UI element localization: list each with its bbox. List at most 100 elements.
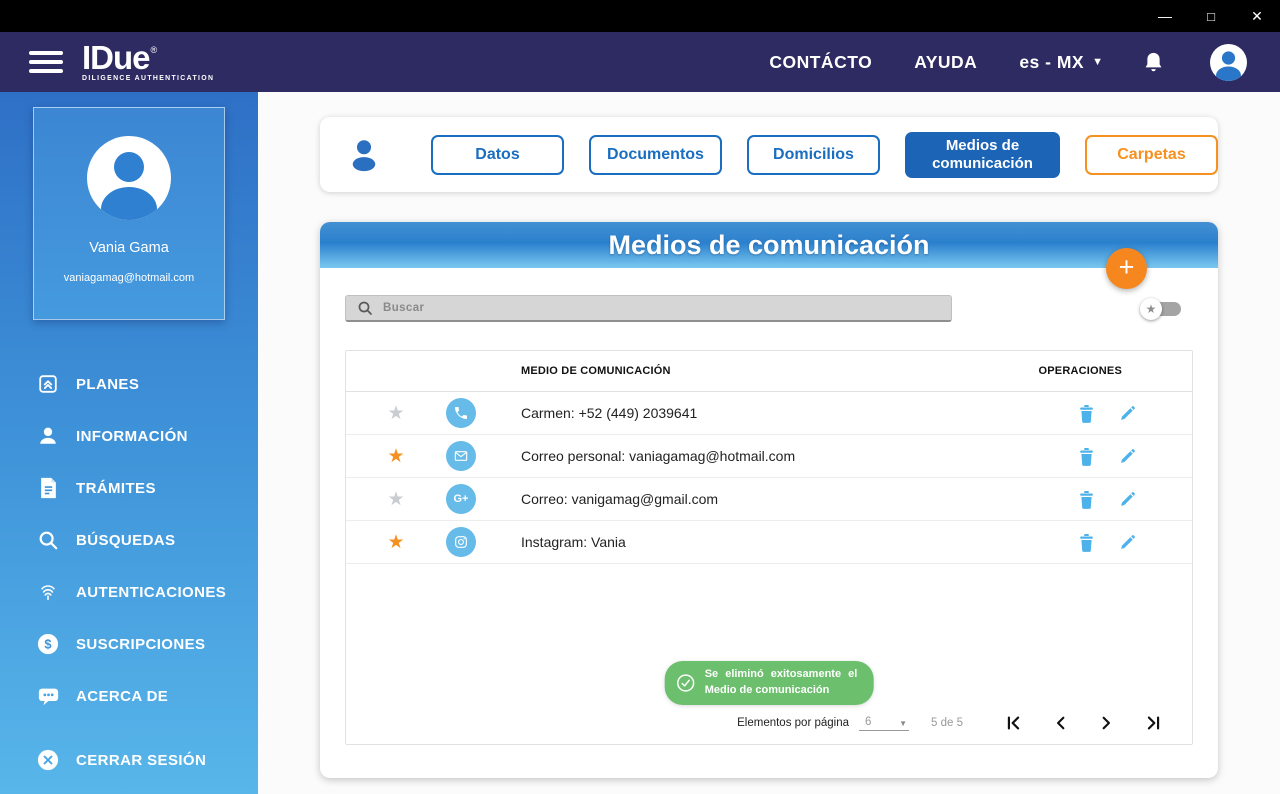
sidebar-item-tramites[interactable]: TRÁMITES <box>0 462 258 514</box>
last-page-icon[interactable] <box>1141 715 1166 731</box>
search-input[interactable] <box>383 302 903 314</box>
profile-tabs-card: Datos Documentos Domicilios Medios de co… <box>320 117 1218 192</box>
edit-button[interactable] <box>1119 405 1136 422</box>
chat-bubble-icon <box>35 685 61 707</box>
panel-header: Medios de comunicación <box>320 222 1218 268</box>
registered-mark: ® <box>150 45 158 56</box>
table-row: ★ Instagram: Vania <box>346 521 1192 564</box>
favorite-star-button[interactable]: ★ <box>346 488 446 511</box>
medio-text: Correo personal: vaniagamag@hotmail.com <box>521 448 796 464</box>
profile-avatar <box>87 136 171 220</box>
delete-button[interactable] <box>1078 490 1095 509</box>
table-row: ★ Correo personal: vaniagamag@hotmail.co… <box>346 435 1192 478</box>
pagination-nav <box>1001 715 1166 731</box>
tab-datos[interactable]: Datos <box>431 134 564 175</box>
edit-button[interactable] <box>1119 491 1136 508</box>
app-header: IDue® DILIGENCE AUTHENTICATION CONTÁCTO … <box>0 32 1280 92</box>
favorites-filter-toggle[interactable]: ★ <box>1140 297 1182 320</box>
page-size-select[interactable]: 6 ▼ <box>859 715 910 731</box>
sidebar-item-suscripciones[interactable]: $ SUSCRIPCIONES <box>0 618 258 670</box>
nav-contact-link[interactable]: CONTÁCTO <box>769 52 872 73</box>
nav-help-link[interactable]: AYUDA <box>914 52 977 73</box>
dollar-circle-icon: $ <box>35 633 61 655</box>
next-page-icon[interactable] <box>1095 715 1118 731</box>
success-toast: Se eliminó exitosamente el Medio de comu… <box>664 661 874 705</box>
tab-carpetas[interactable]: Carpetas <box>1085 134 1218 175</box>
svg-text:$: $ <box>44 637 51 652</box>
sidebar-item-label: PLANES <box>76 375 140 393</box>
tab-domicilios[interactable]: Domicilios <box>747 134 880 175</box>
edit-button[interactable] <box>1119 534 1136 551</box>
star-icon: ★ <box>387 531 405 553</box>
favorite-star-button[interactable]: ★ <box>346 445 446 468</box>
document-icon <box>35 477 61 499</box>
sidebar-item-busquedas[interactable]: BÚSQUEDAS <box>0 514 258 566</box>
row-operations <box>1078 404 1192 423</box>
sidebar-item-label: SUSCRIPCIONES <box>76 635 206 653</box>
first-page-icon[interactable] <box>1001 715 1026 731</box>
profile-name: Vania Gama <box>89 240 169 256</box>
medios-table: MEDIO DE COMUNICACIÓN OPERACIONES ★ Carm… <box>345 350 1193 745</box>
star-icon: ★ <box>387 445 405 467</box>
delete-button[interactable] <box>1078 533 1095 552</box>
table-row: ★ G+ Correo: vanigamag@gmail.com <box>346 478 1192 521</box>
favorite-star-button[interactable]: ★ <box>346 402 446 425</box>
tab-documentos[interactable]: Documentos <box>589 134 722 175</box>
search-row: ★ <box>345 295 1193 322</box>
close-circle-icon <box>35 749 61 771</box>
page-size-value: 6 <box>865 715 872 728</box>
check-circle-icon <box>676 673 696 693</box>
email-icon <box>446 441 476 471</box>
logo-title: IDue® <box>82 39 158 77</box>
close-icon[interactable]: ✕ <box>1234 0 1280 32</box>
sidebar-item-cerrar-sesion[interactable]: CERRAR SESIÓN <box>0 734 258 786</box>
favorite-star-button[interactable]: ★ <box>346 531 446 554</box>
plans-icon <box>35 373 61 395</box>
tab-group: Datos Documentos Domicilios Medios de co… <box>431 131 1218 178</box>
sidebar-item-label: INFORMACIÓN <box>76 427 188 445</box>
sidebar-item-label: TRÁMITES <box>76 479 156 497</box>
sidebar-menu: PLANES INFORMACIÓN TRÁMITES BÚSQUEDAS AU… <box>0 358 258 786</box>
add-medio-button[interactable]: + <box>1106 248 1147 289</box>
toast-message: Se eliminó exitosamente el Medio de comu… <box>704 668 858 696</box>
phone-icon <box>446 398 476 428</box>
notifications-bell-icon[interactable] <box>1143 51 1164 74</box>
search-bar[interactable] <box>345 295 952 322</box>
row-operations <box>1078 490 1192 509</box>
sidebar-item-planes[interactable]: PLANES <box>0 358 258 410</box>
edit-button[interactable] <box>1119 448 1136 465</box>
hamburger-menu-icon[interactable] <box>29 51 63 73</box>
maximize-icon[interactable]: □ <box>1188 0 1234 32</box>
language-label: es - MX <box>1019 51 1085 72</box>
sidebar-item-label: CERRAR SESIÓN <box>76 751 207 769</box>
sidebar-item-informacion[interactable]: INFORMACIÓN <box>0 410 258 462</box>
profile-email: vaniagamag@hotmail.com <box>63 272 195 284</box>
user-avatar[interactable] <box>1210 43 1247 81</box>
medio-text: Instagram: Vania <box>521 534 626 550</box>
sidebar-item-acerca-de[interactable]: ACERCA DE <box>0 670 258 722</box>
sidebar-item-label: ACERCA DE <box>76 687 169 705</box>
page-size-label: Elementos por página <box>737 717 850 729</box>
previous-page-icon[interactable] <box>1049 715 1072 731</box>
sidebar-item-autenticaciones[interactable]: AUTENTICACIONES <box>0 566 258 618</box>
delete-button[interactable] <box>1078 447 1095 466</box>
minimize-icon[interactable]: — <box>1142 0 1188 32</box>
delete-button[interactable] <box>1078 404 1095 423</box>
instagram-icon <box>446 527 476 557</box>
table-header-row: MEDIO DE COMUNICACIÓN OPERACIONES <box>346 351 1192 392</box>
header-nav: CONTÁCTO AYUDA es - MX ▼ <box>769 43 1280 81</box>
panel-title: Medios de comunicación <box>608 229 930 260</box>
medio-text: Correo: vanigamag@gmail.com <box>521 491 719 507</box>
row-operations <box>1078 447 1192 466</box>
column-header-medio: MEDIO DE COMUNICACIÓN <box>521 365 671 377</box>
table-row: ★ Carmen: +52 (449) 2039641 <box>346 392 1192 435</box>
sidebar-item-label: AUTENTICACIONES <box>76 583 227 601</box>
google-plus-icon: G+ <box>446 484 476 514</box>
medios-panel: Medios de comunicación + ★ MEDIO DE <box>320 222 1218 778</box>
language-selector[interactable]: es - MX ▼ <box>1019 52 1103 73</box>
fingerprint-icon <box>35 581 61 603</box>
tab-medios-de-comunicacion[interactable]: Medios de comunicación <box>905 131 1060 178</box>
person-icon <box>347 136 381 174</box>
medio-text: Carmen: +52 (449) 2039641 <box>521 405 698 421</box>
os-title-bar: — □ ✕ <box>0 0 1280 32</box>
